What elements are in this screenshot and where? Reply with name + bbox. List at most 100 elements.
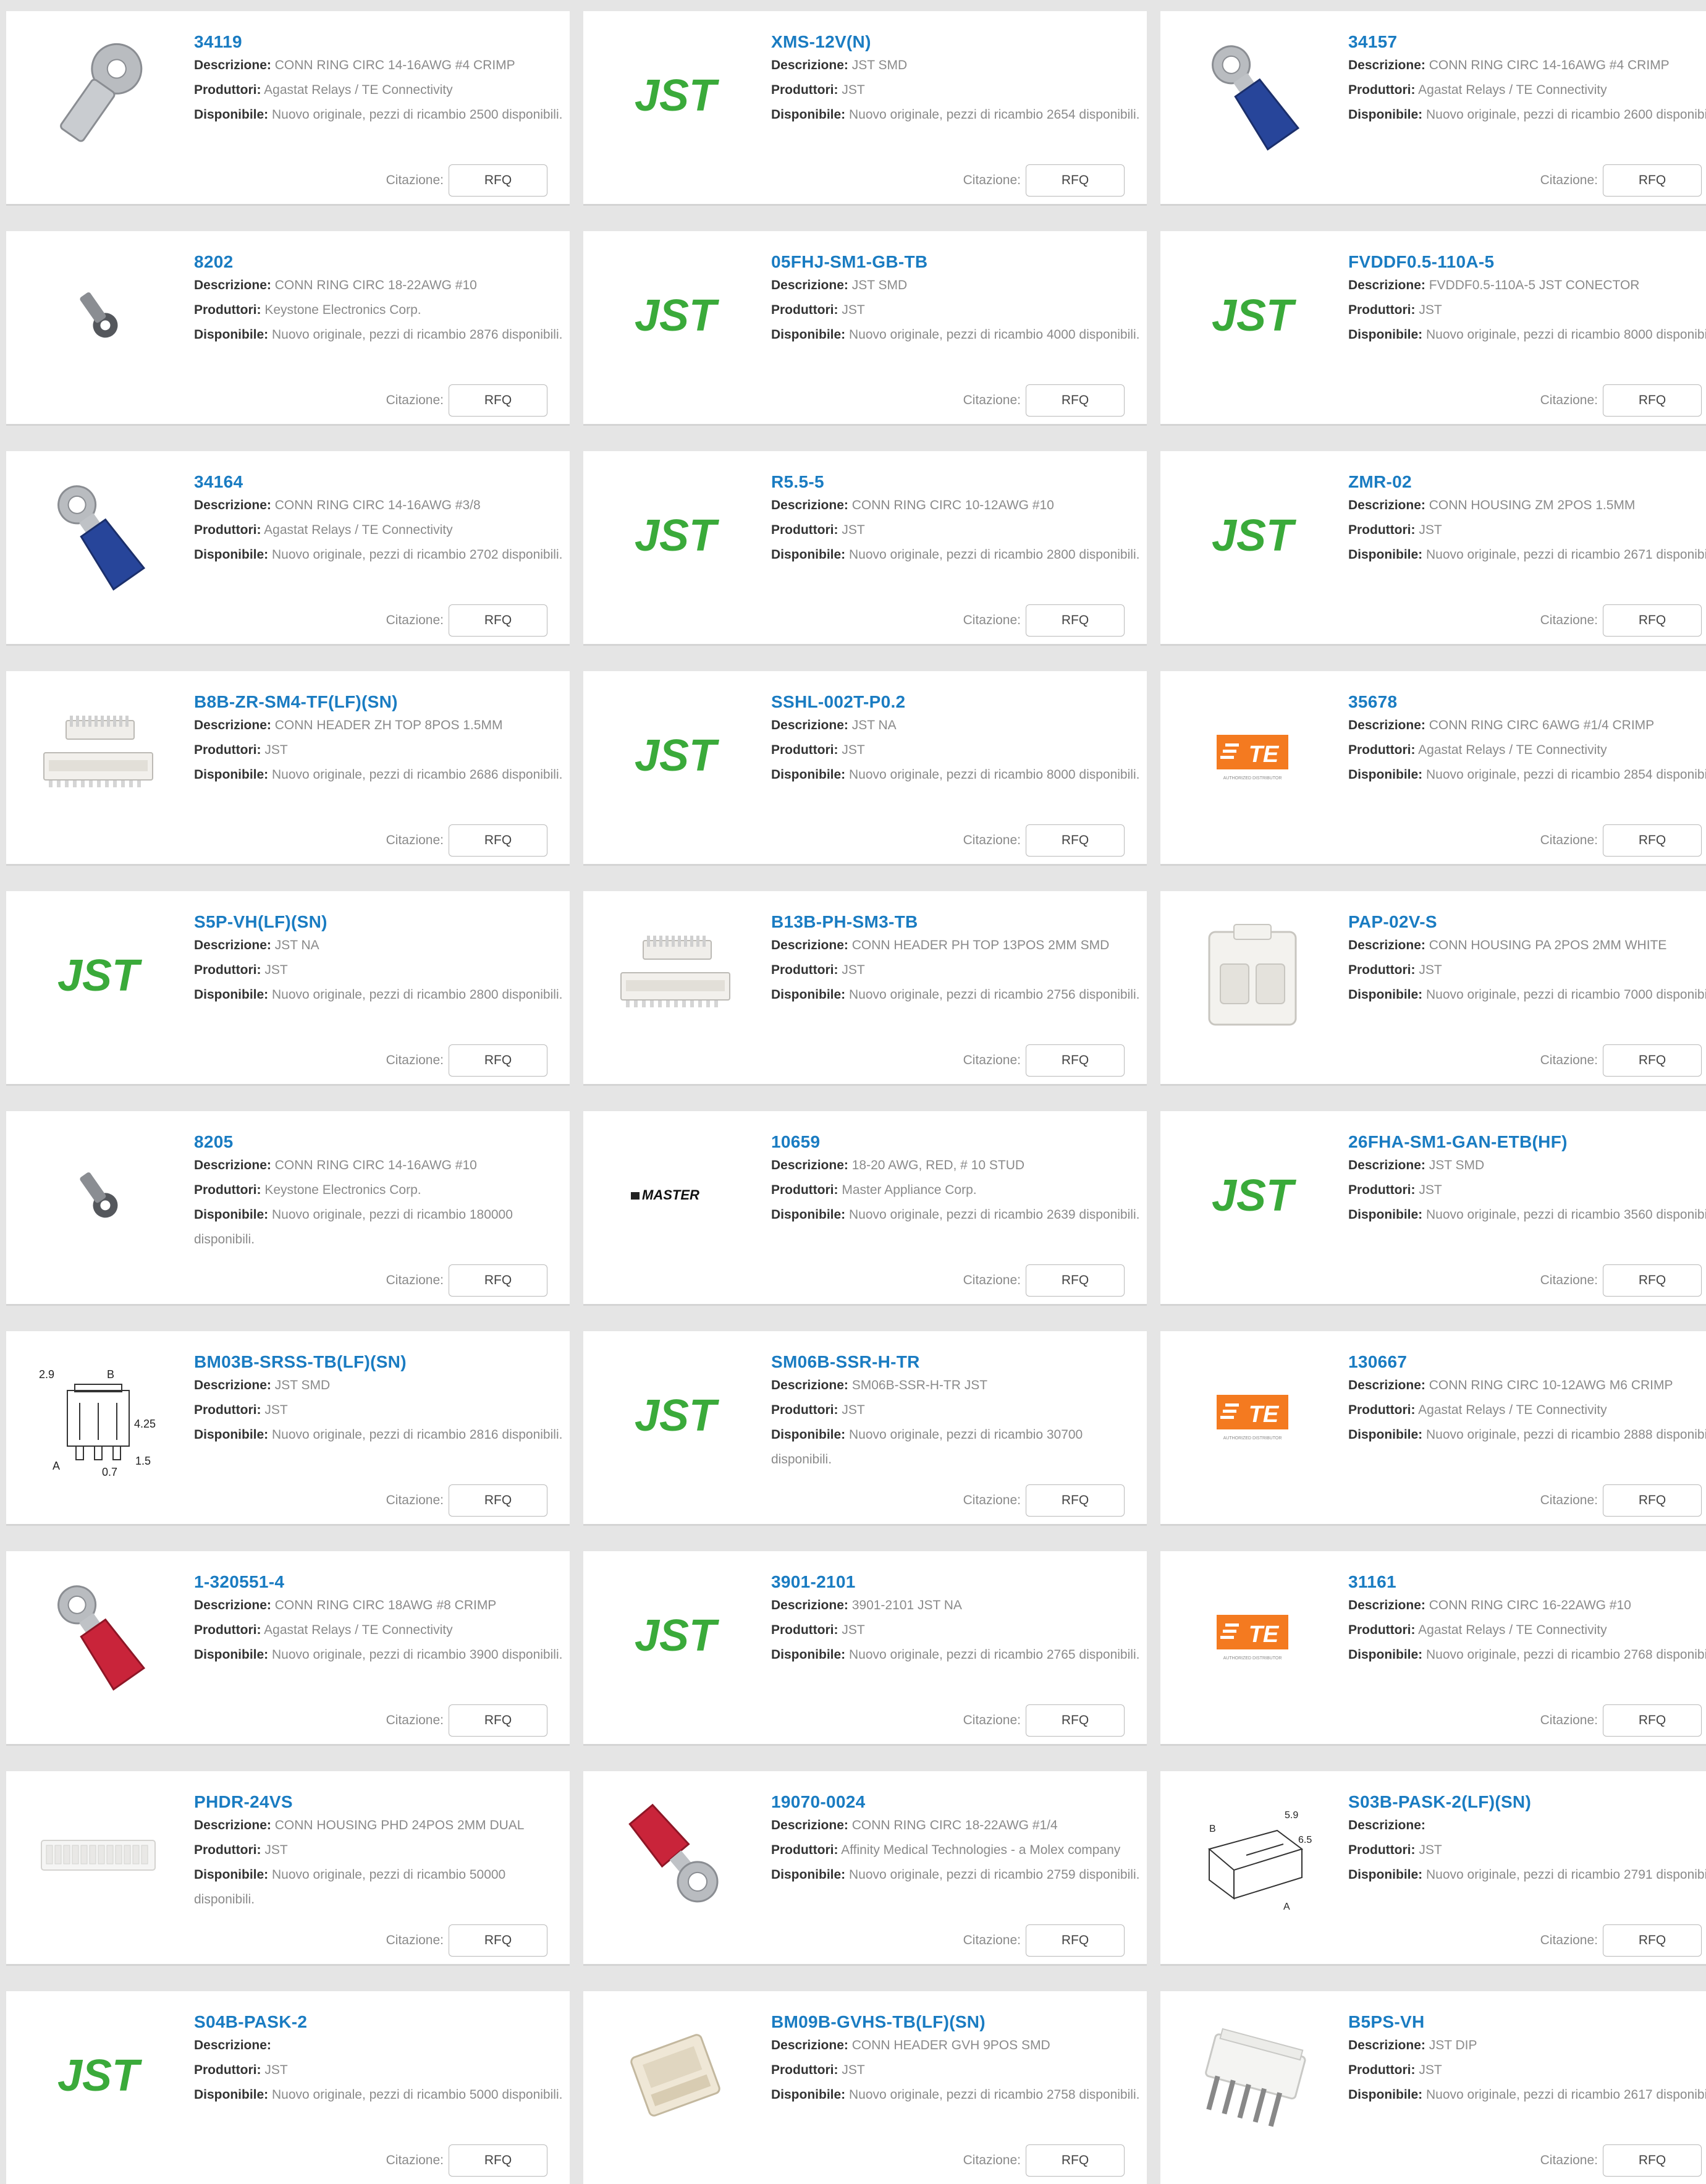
part-number-link[interactable]: 35678 bbox=[1348, 691, 1706, 713]
availability-line: Disponibile: Nuovo originale, pezzi di r… bbox=[1348, 323, 1706, 347]
part-number-link[interactable]: B13B-PH-SM3-TB bbox=[771, 911, 1142, 933]
rfq-button[interactable]: RFQ bbox=[1603, 1264, 1702, 1297]
description-value: CONN RING CIRC 14-16AWG #10 bbox=[274, 1158, 477, 1172]
rfq-button[interactable]: RFQ bbox=[1026, 1484, 1125, 1517]
rfq-button[interactable]: RFQ bbox=[1603, 1484, 1702, 1517]
ring-terminal-silver-image[interactable] bbox=[30, 33, 167, 157]
part-number-link[interactable]: PHDR-24VS bbox=[194, 1791, 565, 1813]
rfq-button[interactable]: RFQ bbox=[449, 2144, 547, 2177]
part-number-link[interactable]: 26FHA-SM1-GAN-ETB(HF) bbox=[1348, 1131, 1706, 1153]
housing-angled-image[interactable] bbox=[607, 2013, 744, 2137]
jst-logo-image[interactable]: JST bbox=[607, 693, 744, 817]
ring-terminal-blue-image[interactable] bbox=[1184, 33, 1321, 157]
part-number-link[interactable]: 34119 bbox=[194, 31, 565, 53]
rfq-button[interactable]: RFQ bbox=[1603, 824, 1702, 857]
rfq-button[interactable]: RFQ bbox=[449, 1704, 547, 1737]
jst-logo-image[interactable]: JST bbox=[607, 253, 744, 377]
jst-logo-image[interactable]: JST bbox=[607, 1353, 744, 1477]
te-logo-image[interactable]: TE AUTHORIZED DISTRIBUTOR bbox=[1184, 1353, 1321, 1477]
part-number-link[interactable]: XMS-12V(N) bbox=[771, 31, 1142, 53]
jst-logo-image[interactable]: JST bbox=[607, 33, 744, 157]
description-value: SM06B-SSR-H-TR JST bbox=[851, 1378, 988, 1392]
te-logo-image[interactable]: TE AUTHORIZED DISTRIBUTOR bbox=[1184, 1573, 1321, 1697]
part-number-link[interactable]: FVDDF0.5-110A-5 bbox=[1348, 251, 1706, 273]
rfq-button[interactable]: RFQ bbox=[449, 824, 547, 857]
ring-terminal-red-image[interactable] bbox=[30, 1573, 167, 1697]
part-number-link[interactable]: B5PS-VH bbox=[1348, 2011, 1706, 2033]
description-value: CONN RING CIRC 14-16AWG #4 CRIMP bbox=[1429, 58, 1670, 72]
part-number-link[interactable]: BM03B-SRSS-TB(LF)(SN) bbox=[194, 1351, 565, 1373]
te-logo-image[interactable]: TE AUTHORIZED DISTRIBUTOR bbox=[1184, 693, 1321, 817]
rfq-button[interactable]: RFQ bbox=[1603, 384, 1702, 417]
jst-logo-image[interactable]: JST bbox=[607, 473, 744, 597]
jst-logo-image[interactable]: JST bbox=[1184, 473, 1321, 597]
small-ring-terminal-image[interactable] bbox=[30, 1133, 167, 1257]
part-number-link[interactable]: ZMR-02 bbox=[1348, 471, 1706, 493]
ring-terminal-blue-image[interactable] bbox=[30, 473, 167, 597]
jst-logo-image[interactable]: JST bbox=[607, 1573, 744, 1697]
rfq-button[interactable]: RFQ bbox=[1603, 1704, 1702, 1737]
housing-white-image[interactable] bbox=[1184, 913, 1321, 1037]
rfq-button[interactable]: RFQ bbox=[449, 384, 547, 417]
part-number-link[interactable]: 8205 bbox=[194, 1131, 565, 1153]
part-number-link[interactable]: 19070-0024 bbox=[771, 1791, 1142, 1813]
jst-logo-image[interactable]: JST bbox=[30, 2013, 167, 2137]
part-number-link[interactable]: 34164 bbox=[194, 471, 565, 493]
rfq-button[interactable]: RFQ bbox=[449, 1484, 547, 1517]
part-number-link[interactable]: 1-320551-4 bbox=[194, 1571, 565, 1593]
housing-strip-image[interactable] bbox=[30, 1793, 167, 1917]
part-number-link[interactable]: 05FHJ-SM1-GB-TB bbox=[771, 251, 1142, 273]
header-connector-image[interactable] bbox=[30, 693, 167, 817]
rfq-button[interactable]: RFQ bbox=[449, 604, 547, 637]
rfq-button[interactable]: RFQ bbox=[449, 1264, 547, 1297]
availability-label: Disponibile: bbox=[771, 1428, 846, 1442]
producers-value: JST bbox=[1419, 1843, 1442, 1857]
part-number-link[interactable]: S03B-PASK-2(LF)(SN) bbox=[1348, 1791, 1706, 1813]
rfq-button[interactable]: RFQ bbox=[1603, 1044, 1702, 1077]
rfq-button[interactable]: RFQ bbox=[1026, 164, 1125, 197]
rfq-button[interactable]: RFQ bbox=[1026, 2144, 1125, 2177]
rfq-button[interactable]: RFQ bbox=[1603, 164, 1702, 197]
part-number-link[interactable]: 8202 bbox=[194, 251, 565, 273]
part-number-link[interactable]: PAP-02V-S bbox=[1348, 911, 1706, 933]
rfq-button[interactable]: RFQ bbox=[449, 1044, 547, 1077]
rfq-button[interactable]: RFQ bbox=[1026, 1264, 1125, 1297]
rfq-button[interactable]: RFQ bbox=[1026, 1704, 1125, 1737]
part-number-link[interactable]: 31161 bbox=[1348, 1571, 1706, 1593]
part-number-link[interactable]: SSHL-002T-P0.2 bbox=[771, 691, 1142, 713]
rfq-button[interactable]: RFQ bbox=[1603, 1924, 1702, 1957]
part-number-link[interactable]: 3901-2101 bbox=[771, 1571, 1142, 1593]
rfq-button[interactable]: RFQ bbox=[1026, 1044, 1125, 1077]
rfq-button[interactable]: RFQ bbox=[449, 164, 547, 197]
part-number-link[interactable]: R5.5-5 bbox=[771, 471, 1142, 493]
rfq-button[interactable]: RFQ bbox=[1603, 604, 1702, 637]
part-number-link[interactable]: BM09B-GVHS-TB(LF)(SN) bbox=[771, 2011, 1142, 2033]
part-number-link[interactable]: 34157 bbox=[1348, 31, 1706, 53]
part-number-link[interactable]: 130667 bbox=[1348, 1351, 1706, 1373]
part-number-link[interactable]: S5P-VH(LF)(SN) bbox=[194, 911, 565, 933]
connector-drawing-b-image[interactable]: B 5.9 6.5 A bbox=[1184, 1793, 1321, 1917]
rfq-button[interactable]: RFQ bbox=[1026, 384, 1125, 417]
jst-logo-image[interactable]: JST bbox=[1184, 1133, 1321, 1257]
header-connector-image[interactable] bbox=[607, 913, 744, 1037]
description-label: Descrizione: bbox=[194, 58, 271, 72]
rfq-button[interactable]: RFQ bbox=[1026, 824, 1125, 857]
producers-value: Master Appliance Corp. bbox=[842, 1183, 977, 1197]
rfq-button[interactable]: RFQ bbox=[1026, 604, 1125, 637]
rfq-button[interactable]: RFQ bbox=[1603, 2144, 1702, 2177]
pin-header-image[interactable] bbox=[1184, 2013, 1321, 2137]
small-ring-terminal-image[interactable] bbox=[30, 253, 167, 377]
ring-terminal-red-diag-image[interactable] bbox=[607, 1793, 744, 1917]
rfq-button[interactable]: RFQ bbox=[1026, 1924, 1125, 1957]
jst-logo-image[interactable]: JST bbox=[30, 913, 167, 1037]
connector-drawing-a-image[interactable]: 2.9 B 4.25 1.5 A 0.7 bbox=[30, 1353, 167, 1477]
availability-line: Disponibile: Nuovo originale, pezzi di r… bbox=[771, 1203, 1142, 1227]
part-number-link[interactable]: SM06B-SSR-H-TR bbox=[771, 1351, 1142, 1373]
part-number-link[interactable]: B8B-ZR-SM4-TF(LF)(SN) bbox=[194, 691, 565, 713]
rfq-button[interactable]: RFQ bbox=[449, 1924, 547, 1957]
part-number-link[interactable]: 10659 bbox=[771, 1131, 1142, 1153]
jst-logo-image[interactable]: JST bbox=[1184, 253, 1321, 377]
part-number-link[interactable]: S04B-PASK-2 bbox=[194, 2011, 565, 2033]
master-logo-image[interactable]: MASTER bbox=[607, 1133, 744, 1257]
producers-value: JST bbox=[842, 963, 865, 977]
